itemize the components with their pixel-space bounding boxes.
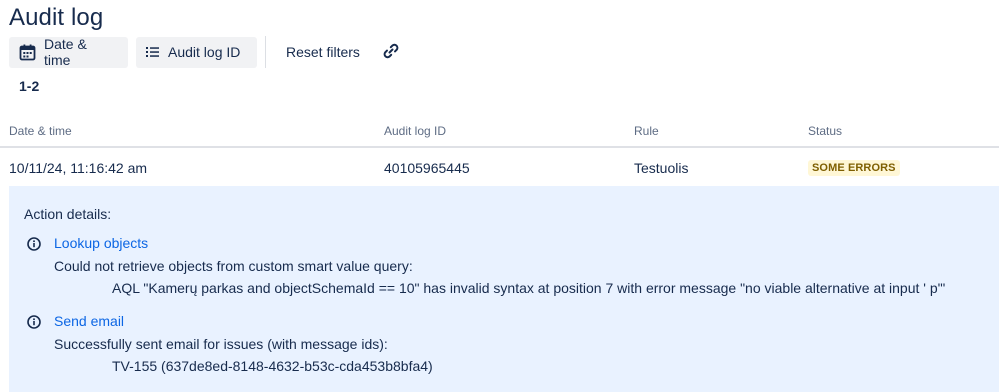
results-count: 1-2 (19, 78, 40, 94)
action-message: Could not retrieve objects from custom s… (54, 258, 413, 274)
filter-toolbar: Date & time Audit log ID Reset filters (9, 36, 407, 68)
reset-filters-button[interactable]: Reset filters (277, 37, 369, 68)
column-header-audit-log-id[interactable]: Audit log ID (384, 124, 446, 138)
info-icon (27, 315, 41, 329)
action-details-panel: Action details: Lookup objects Could not… (9, 186, 999, 392)
date-time-filter-button[interactable]: Date & time (9, 36, 128, 68)
action-detail-text: AQL "Kamerų parkas and objectSchemaId ==… (112, 280, 946, 296)
toolbar-divider (265, 36, 266, 68)
page-title: Audit log (9, 4, 104, 31)
audit-log-id-filter-button[interactable]: Audit log ID (136, 36, 257, 68)
column-header-rule[interactable]: Rule (634, 124, 659, 138)
calendar-icon (19, 44, 36, 61)
status-badge: SOME ERRORS (808, 160, 900, 176)
table-header: Date & time Audit log ID Rule Status (0, 122, 999, 148)
row-date-time: 10/11/24, 11:16:42 am (9, 160, 148, 176)
column-header-date-time[interactable]: Date & time (9, 124, 72, 138)
action-name-link[interactable]: Lookup objects (54, 235, 148, 251)
row-audit-log-id: 40105965445 (384, 160, 470, 176)
date-time-filter-label: Date & time (44, 36, 87, 68)
action-message: Successfully sent email for issues (with… (54, 336, 388, 352)
action-name-link[interactable]: Send email (54, 313, 124, 329)
list-icon (146, 46, 160, 58)
column-header-status[interactable]: Status (808, 124, 842, 138)
info-icon (27, 237, 41, 251)
link-icon (381, 41, 401, 64)
action-detail-text: TV-155 (637de8ed-8148-4632-b53c-cda453b8… (112, 358, 433, 374)
row-rule: Testuolis (634, 160, 689, 176)
audit-log-id-filter-label: Audit log ID (168, 44, 241, 60)
copy-link-button[interactable] (375, 37, 407, 68)
action-details-title: Action details: (24, 206, 112, 222)
